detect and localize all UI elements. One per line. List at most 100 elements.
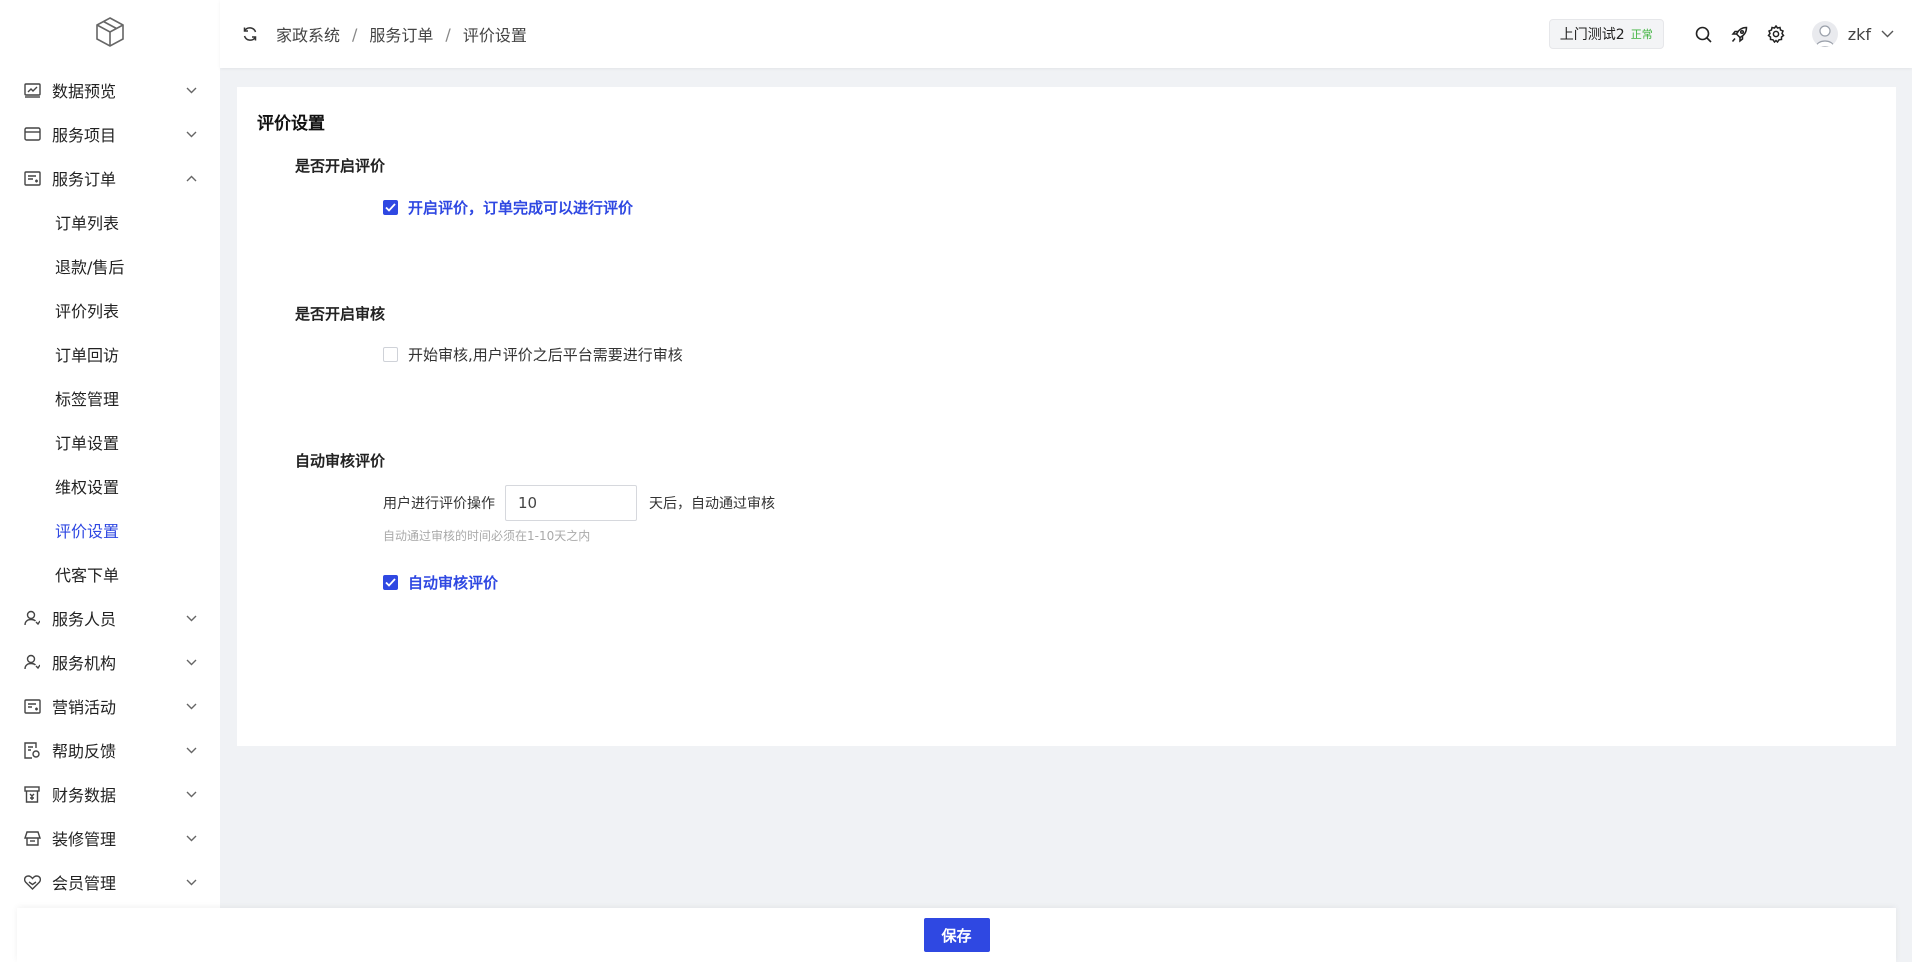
sidebar-subitem-label: 订单设置: [55, 434, 120, 453]
auto-audit-prefix: 用户进行评价操作: [383, 496, 495, 512]
sidebar-item-help-feedback[interactable]: 帮助反馈: [0, 728, 220, 772]
sidebar-subitem-label: 标签管理: [55, 390, 120, 409]
section-auto-audit-title: 自动审核评价: [295, 452, 386, 470]
chart-icon: [22, 80, 42, 100]
auto-audit-checkbox[interactable]: 自动审核评价: [383, 572, 498, 593]
gear-icon[interactable]: [1766, 24, 1786, 44]
sidebar-subitem-label: 评价列表: [55, 302, 120, 321]
sidebar-item-service-projects[interactable]: 服务项目: [0, 112, 220, 156]
order-icon: [22, 168, 42, 188]
sidebar-item-label: 服务机构: [52, 654, 117, 673]
sidebar: 数据预览 服务项目 服务订单 订单列表 退款/售后 评价列表 订单回访 标签管理…: [0, 0, 220, 962]
chevron-down-icon: [184, 787, 198, 801]
sidebar-subitem-label: 订单列表: [55, 214, 120, 233]
auto-audit-days-input[interactable]: [505, 485, 637, 521]
sidebar-subitem-proxy-order[interactable]: 代客下单: [0, 552, 220, 596]
service-orders-submenu: 订单列表 退款/售后 评价列表 订单回访 标签管理 订单设置 维权设置 评价设置…: [0, 200, 220, 596]
auto-audit-suffix: 天后，自动通过审核: [649, 496, 775, 512]
enable-review-checkbox[interactable]: 开启评价，订单完成可以进行评价: [383, 197, 633, 218]
chevron-down-icon: [184, 611, 198, 625]
user-name: zkf: [1847, 24, 1871, 44]
sidebar-subitem-label: 退款/售后: [55, 258, 125, 277]
breadcrumb-separator: /: [352, 24, 358, 44]
store-badge[interactable]: 上门测试2 正常: [1548, 19, 1664, 49]
sidebar-item-label: 数据预览: [52, 82, 117, 101]
store-name: 上门测试2: [1559, 27, 1625, 43]
breadcrumb-separator: /: [445, 24, 451, 44]
page-title: 评价设置: [257, 114, 325, 134]
sidebar-item-marketing[interactable]: 营销活动: [0, 684, 220, 728]
sidebar-item-label: 服务订单: [52, 170, 117, 189]
chevron-down-icon: [184, 83, 198, 97]
sidebar-item-members[interactable]: 会员管理: [0, 860, 220, 904]
user-menu[interactable]: zkf: [1811, 21, 1894, 47]
sidebar-item-label: 服务人员: [52, 610, 117, 629]
sidebar-item-service-orders[interactable]: 服务订单: [0, 156, 220, 200]
finance-icon: [22, 784, 42, 804]
sidebar-item-label: 装修管理: [52, 830, 117, 849]
breadcrumb-item-system[interactable]: 家政系统: [276, 22, 340, 46]
checkbox-checked-icon: [383, 200, 398, 215]
heart-icon: [22, 872, 42, 892]
decor-icon: [22, 828, 42, 848]
sidebar-subitem-tag-management[interactable]: 标签管理: [0, 376, 220, 420]
save-button[interactable]: 保存: [923, 918, 990, 952]
sidebar-subitem-label: 订单回访: [55, 346, 120, 365]
sidebar-subitem-order-followup[interactable]: 订单回访: [0, 332, 220, 376]
sidebar-subitem-rights-settings[interactable]: 维权设置: [0, 464, 220, 508]
campaign-icon: [22, 696, 42, 716]
card-icon: [22, 124, 42, 144]
sidebar-subitem-label: 评价设置: [55, 522, 120, 541]
sidebar-item-finance[interactable]: 财务数据: [0, 772, 220, 816]
chevron-down-icon: [1881, 30, 1894, 38]
search-icon[interactable]: [1694, 24, 1714, 44]
person-icon: [22, 652, 42, 672]
section-enable-audit-title: 是否开启审核: [295, 305, 386, 323]
top-header: 家政系统 / 服务订单 / 评价设置 上门测试2 正常 zkf: [220, 0, 1912, 68]
logo[interactable]: [0, 0, 220, 68]
feedback-icon: [22, 740, 42, 760]
chevron-up-icon: [184, 171, 198, 185]
auto-audit-hint: 自动通过审核的时间必须在1-10天之内: [383, 529, 591, 543]
sidebar-item-label: 财务数据: [52, 786, 117, 805]
chevron-down-icon: [184, 655, 198, 669]
breadcrumb-item-current: 评价设置: [462, 26, 527, 45]
sidebar-subitem-order-list[interactable]: 订单列表: [0, 200, 220, 244]
sidebar-subitem-refund[interactable]: 退款/售后: [0, 244, 220, 288]
review-settings-card: 评价设置 是否开启评价 开启评价，订单完成可以进行评价 是否开启审核 开始审核,…: [237, 87, 1896, 746]
header-actions: 上门测试2 正常 zkf: [1548, 19, 1912, 49]
sidebar-item-label: 营销活动: [52, 698, 117, 717]
sidebar-subitem-review-list[interactable]: 评价列表: [0, 288, 220, 332]
chevron-down-icon: [184, 127, 198, 141]
cube-icon: [95, 16, 125, 52]
person-icon: [22, 608, 42, 628]
checkbox-unchecked-icon: [383, 347, 398, 362]
enable-audit-label: 开始审核,用户评价之后平台需要进行审核: [408, 346, 683, 364]
section-enable-review-title: 是否开启评价: [295, 157, 386, 175]
sidebar-menu: 数据预览 服务项目 服务订单: [0, 68, 220, 200]
breadcrumb: 家政系统 / 服务订单 / 评价设置: [276, 22, 527, 46]
sidebar-subitem-review-settings[interactable]: 评价设置: [0, 508, 220, 552]
breadcrumb-item-orders[interactable]: 服务订单: [369, 22, 433, 46]
auto-audit-label: 自动审核评价: [408, 574, 499, 592]
status-badge: 正常: [1630, 28, 1653, 41]
checkbox-checked-icon: [383, 575, 398, 590]
sidebar-item-service-staff[interactable]: 服务人员: [0, 596, 220, 640]
enable-audit-checkbox[interactable]: 开始审核,用户评价之后平台需要进行审核: [383, 344, 683, 365]
sidebar-item-label: 帮助反馈: [52, 742, 117, 761]
refresh-icon[interactable]: [240, 24, 260, 44]
sidebar-item-decoration[interactable]: 装修管理: [0, 816, 220, 860]
sidebar-item-data-preview[interactable]: 数据预览: [0, 68, 220, 112]
chevron-down-icon: [184, 831, 198, 845]
enable-review-label: 开启评价，订单完成可以进行评价: [408, 199, 634, 217]
sidebar-menu-lower: 服务人员 服务机构 营销活动 帮助反馈 财务数据 装修管理 会员管理: [0, 596, 220, 904]
sidebar-item-service-agency[interactable]: 服务机构: [0, 640, 220, 684]
chevron-down-icon: [184, 699, 198, 713]
auto-audit-days-row: 用户进行评价操作 天后，自动通过审核: [383, 485, 775, 521]
sidebar-subitem-order-settings[interactable]: 订单设置: [0, 420, 220, 464]
sidebar-item-label: 会员管理: [52, 874, 117, 893]
footer-bar: 保存: [17, 908, 1896, 962]
rocket-icon[interactable]: [1730, 24, 1750, 44]
sidebar-item-label: 服务项目: [52, 126, 117, 145]
sidebar-subitem-label: 维权设置: [55, 478, 120, 497]
